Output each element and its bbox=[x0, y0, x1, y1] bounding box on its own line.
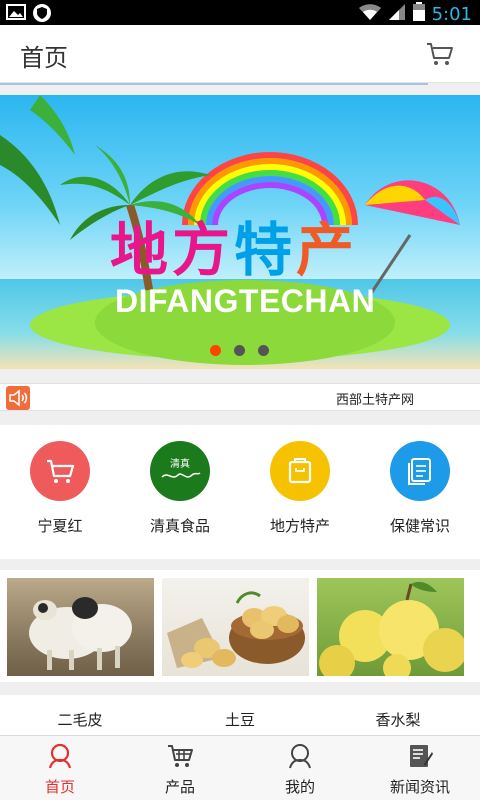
status-bar: 5:01 bbox=[0, 0, 480, 25]
carousel-dot-active[interactable] bbox=[210, 345, 221, 356]
document-icon bbox=[390, 441, 450, 501]
wifi-icon bbox=[358, 3, 382, 25]
battery-icon bbox=[412, 2, 426, 26]
banner-title-char: 特 bbox=[234, 216, 297, 284]
nav-news[interactable]: 新闻资讯 bbox=[360, 736, 480, 800]
category-label: 保健常识 bbox=[389, 517, 450, 535]
product-image-sheep[interactable] bbox=[7, 578, 154, 676]
home-icon bbox=[48, 743, 72, 769]
category-grid: 宁夏红 清真 清真食品 地方特产 保健常识 bbox=[0, 425, 480, 559]
signal-icon bbox=[388, 3, 406, 25]
cart-icon bbox=[168, 745, 193, 767]
banner-title: 地方特产 bbox=[110, 203, 358, 287]
nav-label: 我的 bbox=[284, 778, 315, 796]
nav-home[interactable]: 首页 bbox=[0, 736, 120, 800]
category-item[interactable]: 保健常识 bbox=[360, 441, 480, 551]
product-name[interactable]: 二毛皮 bbox=[0, 709, 160, 730]
category-item[interactable]: 清真 清真食品 bbox=[120, 441, 240, 551]
category-label: 地方特产 bbox=[269, 517, 330, 535]
nav-label: 首页 bbox=[44, 778, 75, 796]
category-item[interactable]: 宁夏红 bbox=[0, 441, 120, 551]
nav-label: 新闻资讯 bbox=[389, 778, 450, 796]
speaker-icon bbox=[6, 386, 30, 410]
nav-label: 产品 bbox=[164, 778, 195, 796]
bag-icon bbox=[270, 441, 330, 501]
shield-notification-icon bbox=[32, 3, 52, 27]
product-name[interactable]: 土豆 bbox=[160, 709, 320, 730]
notice-text: 西部土特产网 bbox=[336, 393, 415, 408]
bottom-nav: 首页 产品 我的 新闻资讯 bbox=[0, 735, 480, 800]
promo-banner[interactable]: 地方特产 DIFANGTECHAN bbox=[0, 95, 480, 369]
product-images bbox=[0, 570, 480, 682]
carousel-dots bbox=[210, 345, 269, 356]
cart-icon bbox=[30, 441, 90, 501]
carousel-dot[interactable] bbox=[258, 345, 269, 356]
nav-mine[interactable]: 我的 bbox=[240, 736, 360, 800]
user-icon bbox=[289, 744, 311, 769]
category-label: 清真食品 bbox=[149, 517, 210, 535]
banner-title-char: 产 bbox=[296, 216, 359, 284]
banner-subtitle: DIFANGTECHAN bbox=[115, 283, 376, 319]
page-title: 首页 bbox=[20, 44, 68, 72]
category-label: 宁夏红 bbox=[37, 517, 83, 535]
banner-title-char: 地 bbox=[110, 216, 173, 284]
product-image-potato[interactable] bbox=[162, 578, 309, 676]
loading-bar bbox=[0, 83, 428, 85]
status-time: 5:01 bbox=[431, 3, 472, 25]
news-icon bbox=[410, 745, 433, 767]
notice-bar[interactable]: 西部土特产网 bbox=[0, 383, 480, 411]
cart-icon[interactable] bbox=[426, 41, 454, 67]
product-image-pear[interactable] bbox=[317, 578, 464, 676]
halal-icon: 清真 bbox=[150, 441, 210, 501]
product-name[interactable]: 香水梨 bbox=[318, 709, 478, 730]
carousel-dot[interactable] bbox=[234, 345, 245, 356]
nav-products[interactable]: 产品 bbox=[120, 736, 240, 800]
banner-title-char: 方 bbox=[172, 216, 235, 284]
category-item[interactable]: 地方特产 bbox=[240, 441, 360, 551]
image-notification-icon bbox=[6, 3, 26, 27]
product-names: 二毛皮 土豆 香水梨 bbox=[0, 695, 480, 735]
app-header: 首页 bbox=[0, 25, 480, 85]
